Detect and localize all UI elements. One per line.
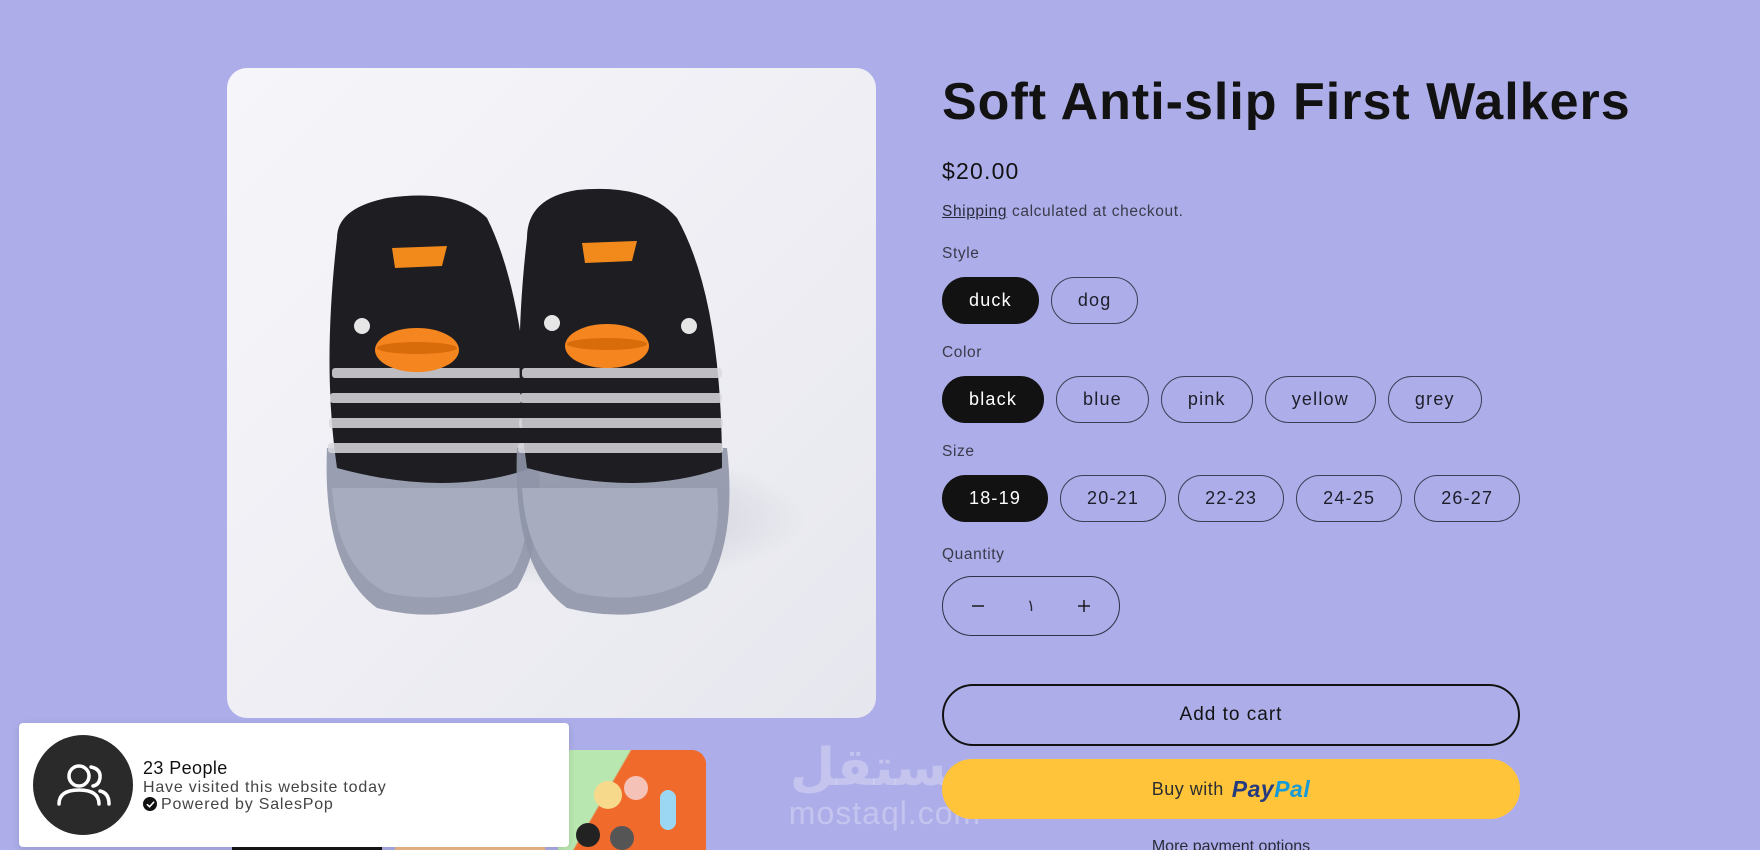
color-option-group: Color black blue pink yellow grey bbox=[942, 344, 1702, 423]
paypal-prefix: Buy with bbox=[1151, 778, 1224, 799]
add-to-cart-button[interactable]: Add to cart bbox=[942, 684, 1520, 746]
size-pill-18-19[interactable]: 18-19 bbox=[942, 475, 1049, 522]
color-pill-grey[interactable]: grey bbox=[1387, 376, 1482, 423]
paypal-logo: PayPal bbox=[1231, 775, 1311, 802]
product-thumbnail[interactable] bbox=[558, 750, 706, 850]
style-label: Style bbox=[942, 245, 980, 262]
baby-shoes-illustration bbox=[326, 188, 807, 615]
salespop-notification[interactable]: 23 People Have visited this website toda… bbox=[19, 723, 569, 847]
check-icon bbox=[143, 797, 157, 811]
shipping-link[interactable]: Shipping bbox=[942, 203, 1007, 220]
style-option-group: Style duck dog bbox=[942, 245, 1702, 324]
product-page: Soft Anti-slip First Walkers $20.00 Ship… bbox=[0, 0, 1760, 850]
popup-subtitle: Have visited this website today bbox=[143, 778, 387, 796]
thumbnail-shoes-illustration bbox=[576, 776, 676, 850]
popup-text: 23 People Have visited this website toda… bbox=[143, 758, 387, 813]
size-option-group: Size 18-19 20-21 22-23 24-25 26-27 bbox=[942, 443, 1702, 522]
size-pill-24-25[interactable]: 24-25 bbox=[1296, 475, 1403, 522]
popup-title: 23 People bbox=[143, 757, 228, 778]
people-icon bbox=[33, 735, 133, 835]
color-pill-pink[interactable]: pink bbox=[1160, 376, 1253, 423]
size-pill-22-23[interactable]: 22-23 bbox=[1178, 475, 1285, 522]
more-payment-options-link[interactable]: More payment options bbox=[942, 838, 1520, 850]
product-price: $20.00 bbox=[942, 158, 1020, 184]
size-pill-20-21[interactable]: 20-21 bbox=[1060, 475, 1167, 522]
popup-powered-text: Powered by SalesPop bbox=[161, 795, 334, 813]
quantity-input[interactable]: ١ bbox=[1027, 596, 1036, 616]
quantity-group: Quantity ١ bbox=[942, 546, 1702, 636]
paypal-button[interactable]: Buy with PayPal bbox=[942, 759, 1520, 819]
size-pill-26-27[interactable]: 26-27 bbox=[1414, 475, 1521, 522]
shipping-note: Shipping calculated at checkout. bbox=[942, 203, 1702, 221]
plus-icon[interactable] bbox=[1069, 591, 1099, 621]
product-info: Soft Anti-slip First Walkers $20.00 Ship… bbox=[942, 68, 1702, 636]
style-pill-dog[interactable]: dog bbox=[1050, 277, 1139, 324]
product-main-image[interactable] bbox=[227, 68, 876, 718]
quantity-label: Quantity bbox=[942, 546, 1005, 563]
popup-powered-by: Powered by SalesPop bbox=[143, 796, 387, 813]
color-pill-blue[interactable]: blue bbox=[1056, 376, 1149, 423]
product-title: Soft Anti-slip First Walkers bbox=[942, 73, 1631, 131]
minus-icon[interactable] bbox=[963, 591, 993, 621]
style-pill-duck[interactable]: duck bbox=[942, 277, 1039, 324]
color-pill-yellow[interactable]: yellow bbox=[1264, 376, 1376, 423]
size-label: Size bbox=[942, 443, 975, 460]
quantity-stepper: ١ bbox=[942, 576, 1120, 636]
color-label: Color bbox=[942, 344, 983, 361]
shipping-note-text: calculated at checkout. bbox=[1007, 203, 1184, 220]
color-pill-black[interactable]: black bbox=[942, 376, 1045, 423]
